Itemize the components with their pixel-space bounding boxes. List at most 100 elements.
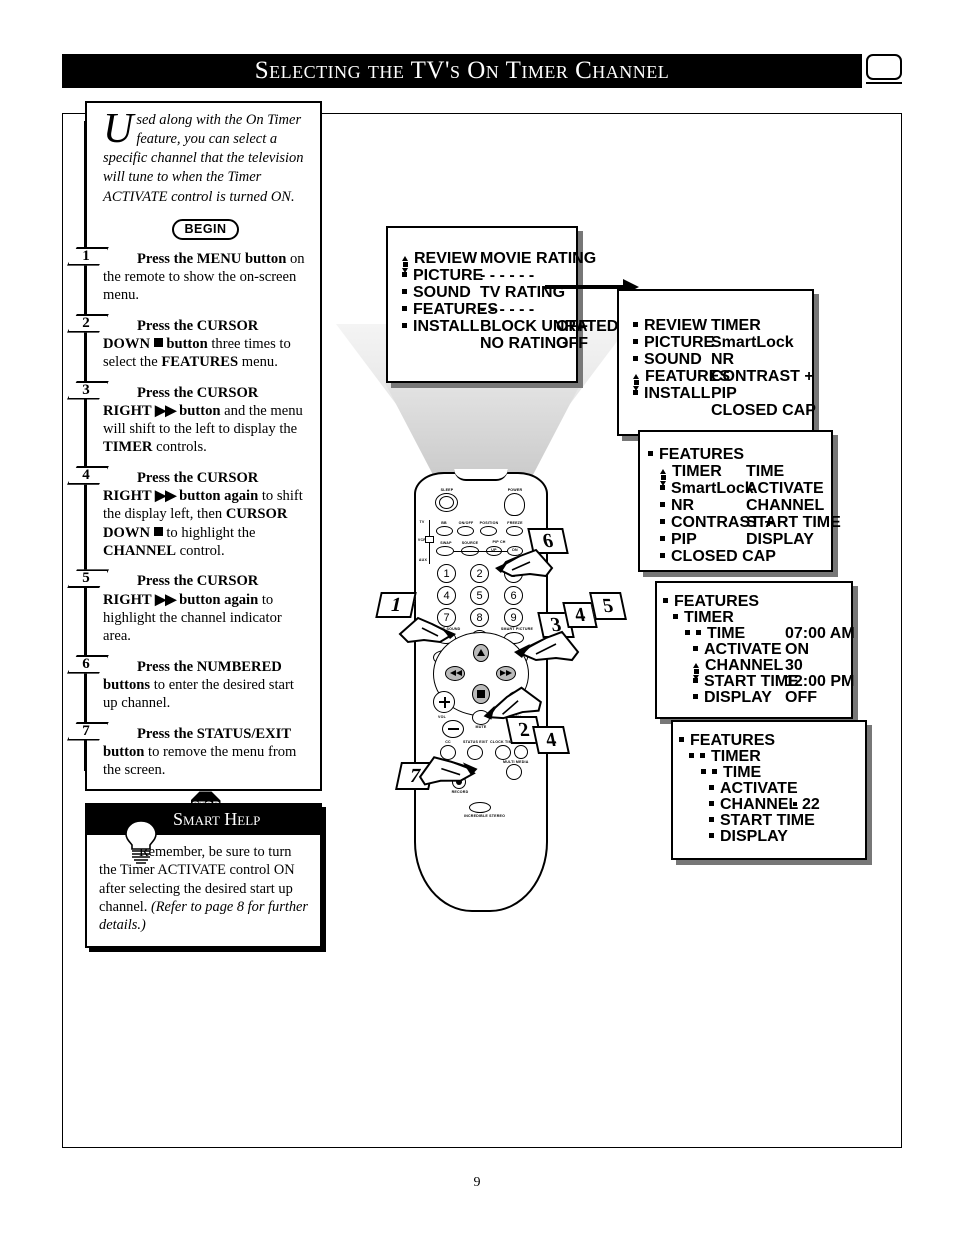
swap-button[interactable] <box>436 546 454 556</box>
osd-3-right-label-3: START TIME <box>746 514 841 531</box>
intro-paragraph: Used along with the On Timer feature, yo… <box>103 106 308 207</box>
remote-label-record: RECORD <box>451 790 469 794</box>
step-text-3: Press the CURSOR RIGHT ▶▶ button and the… <box>103 384 303 456</box>
osd-menu-features-highlight: REVIEW PICTURE SOUND FEATURES INSTALL TIMER Sm… <box>617 289 816 436</box>
remote-label-incredible-stereo: INCREDIBLE STEREO <box>464 814 506 818</box>
tv-screen-icon-base <box>866 82 902 84</box>
cursor-left-icon-2 <box>456 670 462 676</box>
osd-3-left-item-0: TIMER <box>660 463 722 486</box>
freeze-button[interactable] <box>506 526 523 536</box>
tv-screen-icon <box>866 54 902 84</box>
sleep-button-inner <box>439 496 454 509</box>
begin-badge: BEGIN <box>103 218 308 240</box>
osd-3-left-item-2: NR <box>660 497 694 515</box>
pointing-hand-icon-1 <box>398 616 456 644</box>
number-button-4[interactable]: 4 <box>437 586 456 605</box>
osd-3-left-item-1: SmartLock <box>660 480 754 498</box>
callout-number-4-bottom: 4 <box>532 726 570 754</box>
step-text-1: Press the MENU button on the remote to s… <box>103 250 305 304</box>
osd-3-right-label-2: CHANNEL <box>746 497 825 514</box>
steps-list: 1 Press the MENU button on the remote to … <box>67 246 308 780</box>
osd-3-left-item-5: CLOSED CAP <box>660 548 776 566</box>
osd-4-row-value-4: OFF <box>785 689 817 706</box>
power-button[interactable] <box>504 493 525 516</box>
clock-timer-button[interactable] <box>495 745 511 760</box>
osd-1-right-label-3: - - - - - - <box>480 301 535 318</box>
osd-1-left-item-4: INSTALL <box>402 318 479 336</box>
osd-2-right-label-1: SmartLock <box>711 334 794 351</box>
number-button-8[interactable]: 8 <box>470 608 489 627</box>
bb-button[interactable] <box>436 526 453 536</box>
osd-2-right-label-2: NR <box>711 351 735 368</box>
osd-2-right-label-5: CLOSED CAP <box>711 402 816 419</box>
osd-2-right-label-3: CONTRAST + <box>711 368 814 385</box>
lightbulb-icon <box>121 811 161 864</box>
mode-selector-knob[interactable] <box>425 536 434 543</box>
step-text-2: Press the CURSOR DOWN button three times… <box>103 317 291 371</box>
page-title: Selecting the TV's On Timer Channel <box>254 57 670 84</box>
pointing-hand-icon-7 <box>418 756 478 786</box>
remote-label-bb: BB <box>441 521 447 525</box>
osd-5-row-label-4: DISPLAY <box>709 828 788 846</box>
cursor-up-icon <box>477 649 485 656</box>
number-button-1[interactable]: 1 <box>437 564 456 583</box>
osd-menu-channel-selected: FEATURES TIMER TIME ACTIVATE CHANNEL 22 START … <box>671 720 867 860</box>
begin-badge-label: BEGIN <box>172 218 239 240</box>
remote-label-swap: SWAP <box>440 541 452 545</box>
step-text-6: Press the NUMBERED buttons to enter the … <box>103 658 294 712</box>
page-number: 9 <box>473 1175 481 1190</box>
position-button[interactable] <box>480 526 497 536</box>
osd-3-right-label-0: TIME <box>746 463 785 480</box>
osd-2-left-item-0: REVIEW <box>633 317 707 335</box>
osd-2-right-label-4: PIP <box>711 385 737 402</box>
instructions-panel: Used along with the On Timer feature, yo… <box>67 101 322 822</box>
page-header-bar: Selecting the TV's On Timer Channel <box>62 54 862 88</box>
smart-help-title: Smart Help <box>173 809 261 829</box>
remote-label-source: SOURCE <box>461 541 479 545</box>
remote-top-notch <box>454 469 508 481</box>
osd-2-right-label-0: TIMER <box>711 317 761 334</box>
osd-1-right-label-1: - - - - - - <box>480 267 535 284</box>
osd-menu-main: REVIEW PICTURE SOUND FEATURES INSTALL MOVIE R… <box>386 226 618 383</box>
osd-3-right-label-1: ACTIVATE <box>746 480 824 497</box>
osd-2-left-item-4: INSTALL <box>633 385 710 403</box>
osd-3-right-label-4: DISPLAY <box>746 531 814 548</box>
number-button-2[interactable]: 2 <box>470 564 489 583</box>
intro-dropcap: U <box>103 106 134 152</box>
osd-1-right-value-5: OFF <box>556 335 588 352</box>
osd-1-right-label-0: MOVIE RATING <box>480 250 597 267</box>
osd-3-heading: FEATURES <box>648 446 744 464</box>
smart-help-panel: Smart Help Remember, be sure to turn the… <box>85 803 322 948</box>
osd-4-row-label-4: DISPLAY <box>693 689 772 707</box>
step-5: 5 Press the CURSOR RIGHT ▶▶ button again … <box>67 569 308 645</box>
osd-menu-timer-values: FEATURES TIMER TIME 07:00 AM ACTIVATE ON CHANN… <box>655 581 855 719</box>
osd-1-right-label-4: BLOCK UNRATED <box>480 318 619 335</box>
step-4: 4 Press the CURSOR RIGHT ▶▶ button again … <box>67 465 308 561</box>
pointing-hand-icon-6 <box>495 548 554 578</box>
osd-1-left-item-0: REVIEW <box>402 250 477 273</box>
callout-number-5: 5 <box>589 592 627 620</box>
extra-button[interactable] <box>514 745 528 759</box>
step-text-5: Press the CURSOR RIGHT ▶▶ button again t… <box>103 573 282 645</box>
osd-1-left-item-1: PICTURE <box>402 267 483 285</box>
step-6: 6 Press the NUMBERED buttons to enter the… <box>67 654 308 713</box>
osd-menu-features-timer: FEATURES TIMER SmartLock NR CONTRAST + PIP CLO… <box>638 430 841 572</box>
step-7: 7 Press the STATUS/EXIT button to remove … <box>67 721 308 780</box>
remote-label-freeze: FREEZE <box>507 521 523 525</box>
remote-label-onoff: ON/OFF <box>458 521 474 525</box>
step-2: 2 Press the CURSOR DOWN button three time… <box>67 313 308 372</box>
tv-screen-icon-screen <box>866 54 902 80</box>
pip-onoff-button[interactable] <box>457 526 474 536</box>
number-button-6[interactable]: 6 <box>504 586 523 605</box>
remote-label-vol: VOL <box>438 715 446 719</box>
remote-label-tv: TV <box>419 520 425 524</box>
cursor-right-icon-2 <box>506 670 512 676</box>
incredible-stereo-button[interactable] <box>469 802 491 813</box>
arrow-shaft <box>545 285 625 289</box>
step-text-4: Press the CURSOR RIGHT ▶▶ button again t… <box>103 469 303 559</box>
pointing-hand-icon-345 <box>514 630 580 662</box>
number-button-5[interactable]: 5 <box>470 586 489 605</box>
multi-media-button[interactable] <box>506 764 522 780</box>
volume-up-icon-v <box>443 696 446 708</box>
osd-2-left-item-2: SOUND <box>633 351 702 369</box>
